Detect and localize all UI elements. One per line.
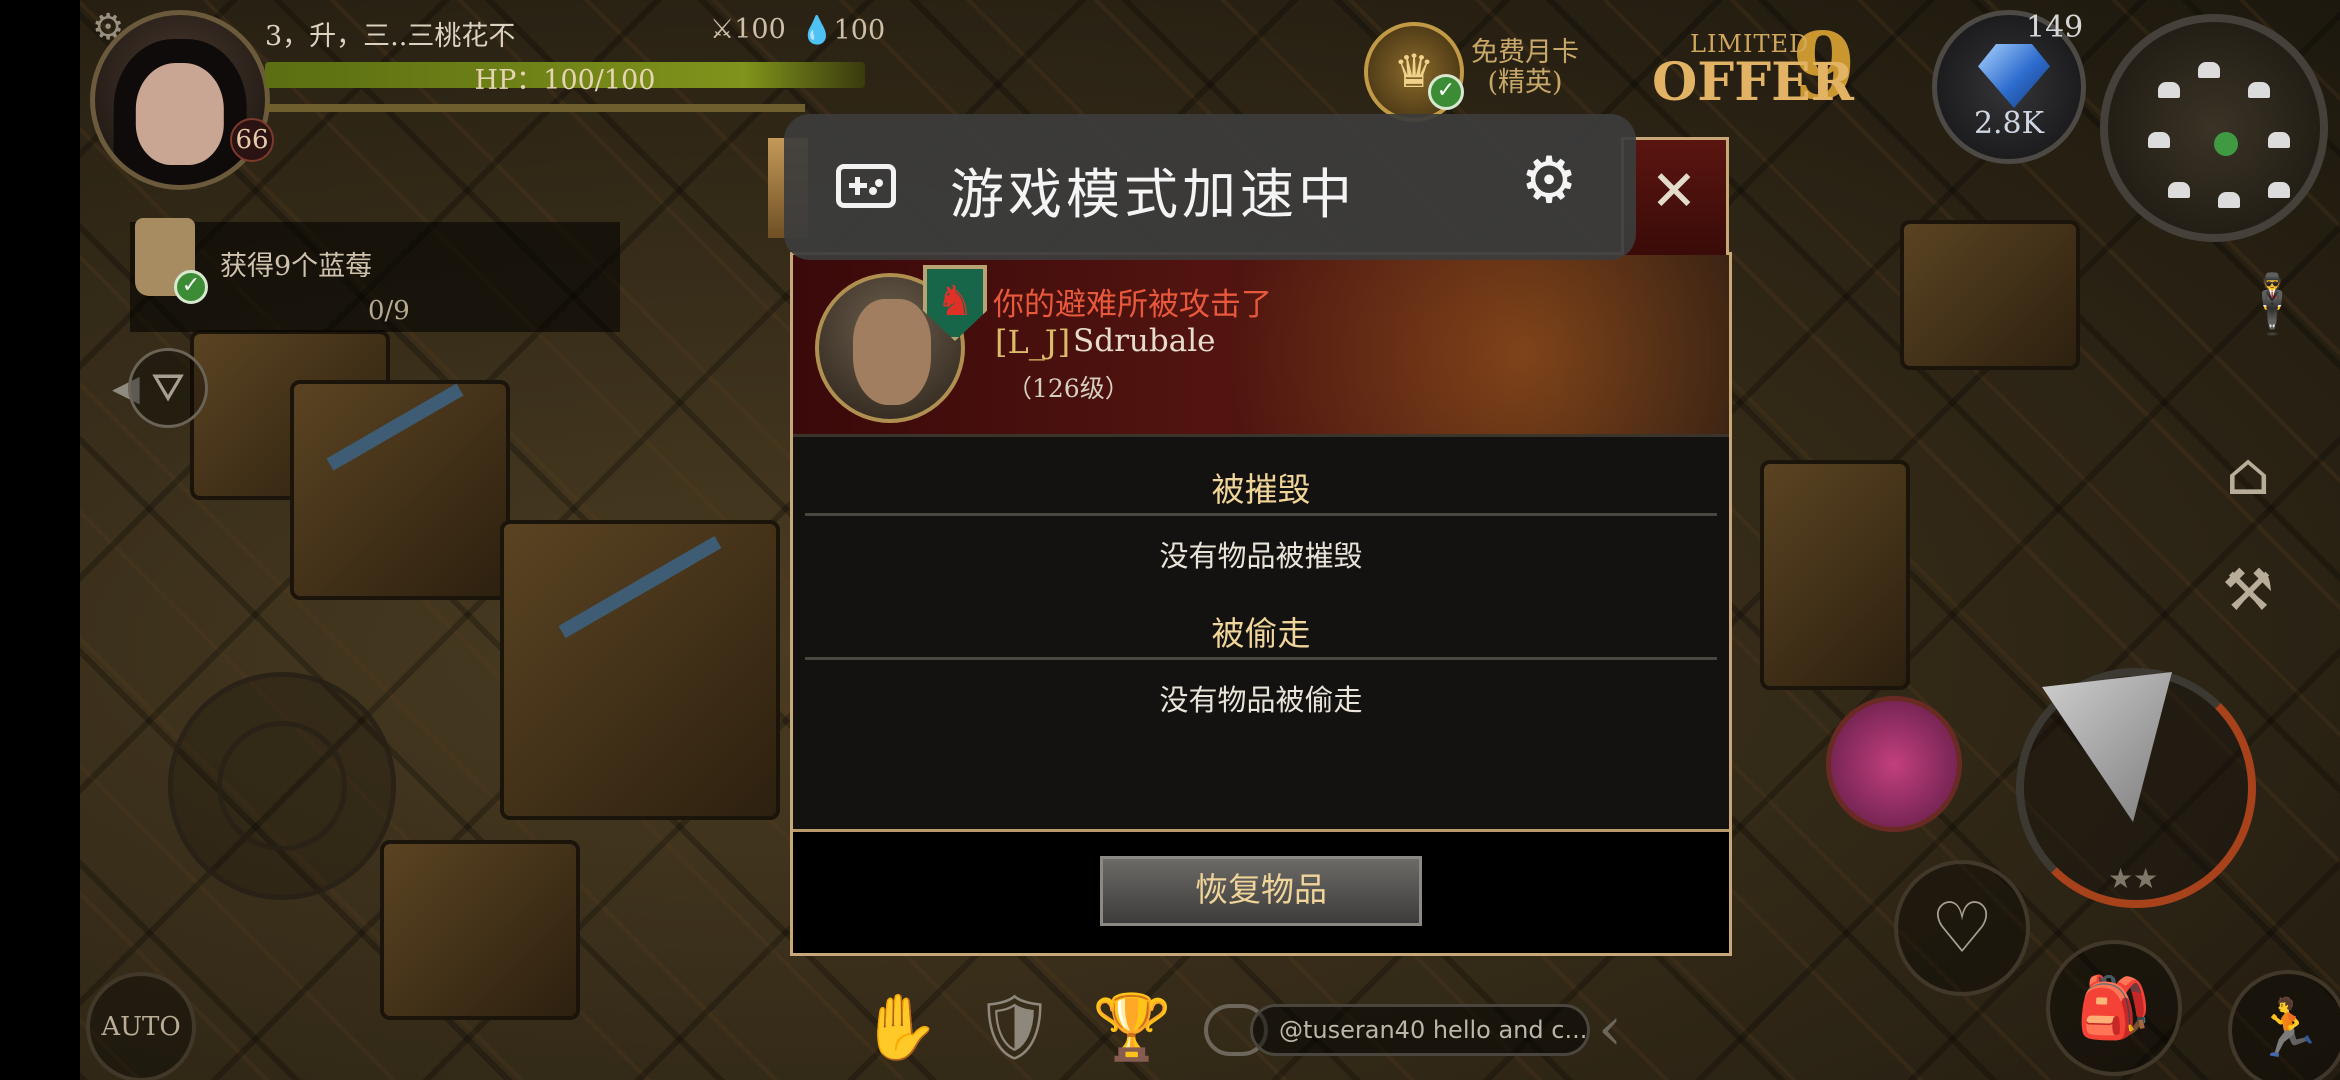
raid-report-body: ✕ ♞ 你的避难所被攻击了 [L_J] Sdrubale （126级） 被摧毁 … <box>793 137 1729 953</box>
minimap-player-marker <box>2214 132 2238 156</box>
heart-health-icon[interactable]: ♡ <box>1894 860 2030 996</box>
quest-progress: 0/9 <box>368 296 410 326</box>
minimap-marker <box>2168 182 2190 198</box>
crate <box>290 380 510 600</box>
gear-icon[interactable]: ⚙ <box>1516 148 1582 214</box>
attacker-face <box>853 299 931 405</box>
player-face <box>135 62 225 165</box>
player-level-badge: 66 <box>230 118 274 162</box>
backpack-icon[interactable]: 🎒 <box>2046 940 2182 1076</box>
gamepad-icon[interactable] <box>836 164 896 208</box>
attacker-header: ♞ 你的避难所被攻击了 [L_J] Sdrubale （126级） <box>793 255 1729 437</box>
xp-bar <box>265 104 805 112</box>
player-name: 3，升，三..三桃花不 <box>265 21 516 52</box>
post <box>1760 460 1910 690</box>
raid-report-dialog: ✕ ♞ 你的避难所被攻击了 [L_J] Sdrubale （126级） 被摧毁 … <box>790 137 1732 956</box>
stolen-text: 没有物品被偷走 <box>1159 683 1363 717</box>
crate <box>500 520 780 820</box>
defense-stat: 💧100 <box>800 14 885 46</box>
trophy-icon[interactable]: 🏆 <box>1092 990 1172 1065</box>
divider <box>805 657 1717 660</box>
potion-button[interactable] <box>1826 696 1962 832</box>
promo-line-2: (精英) <box>1487 67 1563 98</box>
check-icon: ✓ <box>174 270 208 304</box>
gem-count: 2.8K <box>1973 106 2045 141</box>
chat-preview[interactable]: @tuseran40 hello and c... <box>1250 1004 1590 1056</box>
gem-level: 149 <box>2026 10 2084 45</box>
clan-emblem-button[interactable]: ⛛ <box>128 348 208 428</box>
character-equipment-icon[interactable]: 🕴 <box>2236 270 2308 339</box>
sneak-icon[interactable]: 🏃 <box>2228 970 2340 1080</box>
gamepad-dpad <box>855 177 860 195</box>
shield-check-icon[interactable]: 🛡 <box>974 990 1055 1065</box>
weapon-stars: ★★ <box>2108 862 2159 895</box>
attack-value: 100 <box>734 14 786 45</box>
promo-line-1: 免费月卡 <box>1471 37 1579 68</box>
divider <box>805 513 1717 516</box>
hp-text: HP：100/100 <box>474 65 656 96</box>
crate <box>380 840 580 1020</box>
gamepad-button <box>869 187 877 195</box>
minimap-marker <box>2148 132 2170 148</box>
attacker-level: （126级） <box>1007 374 1130 403</box>
movement-joystick[interactable] <box>168 672 396 900</box>
restore-items-button[interactable]: 恢复物品 <box>1100 856 1422 926</box>
player-avatar[interactable] <box>90 10 270 190</box>
check-icon: ✓ <box>1428 74 1464 110</box>
minimap-marker <box>2158 82 2180 98</box>
attacker-name: Sdrubale <box>1073 323 1216 359</box>
game-mode-text: 游戏模式加速中 <box>950 163 1356 226</box>
defense-value: 100 <box>833 15 886 46</box>
quest-text: 获得9个蓝莓 <box>220 251 373 282</box>
clan-hand-icon[interactable]: ✋ <box>860 990 940 1065</box>
attacker-clan-tag: [L_J] <box>995 323 1071 361</box>
sword-icon: ⚔ <box>710 14 735 45</box>
gamepad-button <box>875 179 883 187</box>
chevron-left-icon[interactable]: ‹ <box>1598 994 1622 1064</box>
minimap-marker <box>2268 182 2290 198</box>
minimap-marker <box>2218 192 2240 208</box>
crafting-hammer-icon[interactable]: ⚒ <box>2222 556 2274 624</box>
minimap-marker <box>2268 132 2290 148</box>
offer-label[interactable]: OFFER <box>1652 52 1854 113</box>
attack-stat: ⚔100 <box>710 14 786 45</box>
joystick-knob[interactable] <box>217 721 347 851</box>
free-monthly-card[interactable]: 免费月卡 (精英) <box>1460 38 1590 98</box>
dialog-footer: 恢复物品 <box>793 829 1729 953</box>
minimap[interactable] <box>2100 14 2328 242</box>
close-icon[interactable]: ✕ <box>1639 159 1709 229</box>
stolen-title: 被偷走 <box>1211 614 1311 653</box>
minimap-marker <box>2198 62 2220 78</box>
attack-title: 你的避难所被攻击了 <box>993 287 1272 323</box>
minimap-marker <box>2248 82 2270 98</box>
auto-button[interactable]: AUTO <box>86 972 196 1080</box>
crate <box>1900 220 2080 370</box>
home-icon[interactable]: ⌂ <box>2226 440 2270 508</box>
destroyed-text: 没有物品被摧毁 <box>1159 539 1363 573</box>
water-drop-icon: 💧 <box>800 15 834 46</box>
destroyed-title: 被摧毁 <box>1211 470 1311 509</box>
